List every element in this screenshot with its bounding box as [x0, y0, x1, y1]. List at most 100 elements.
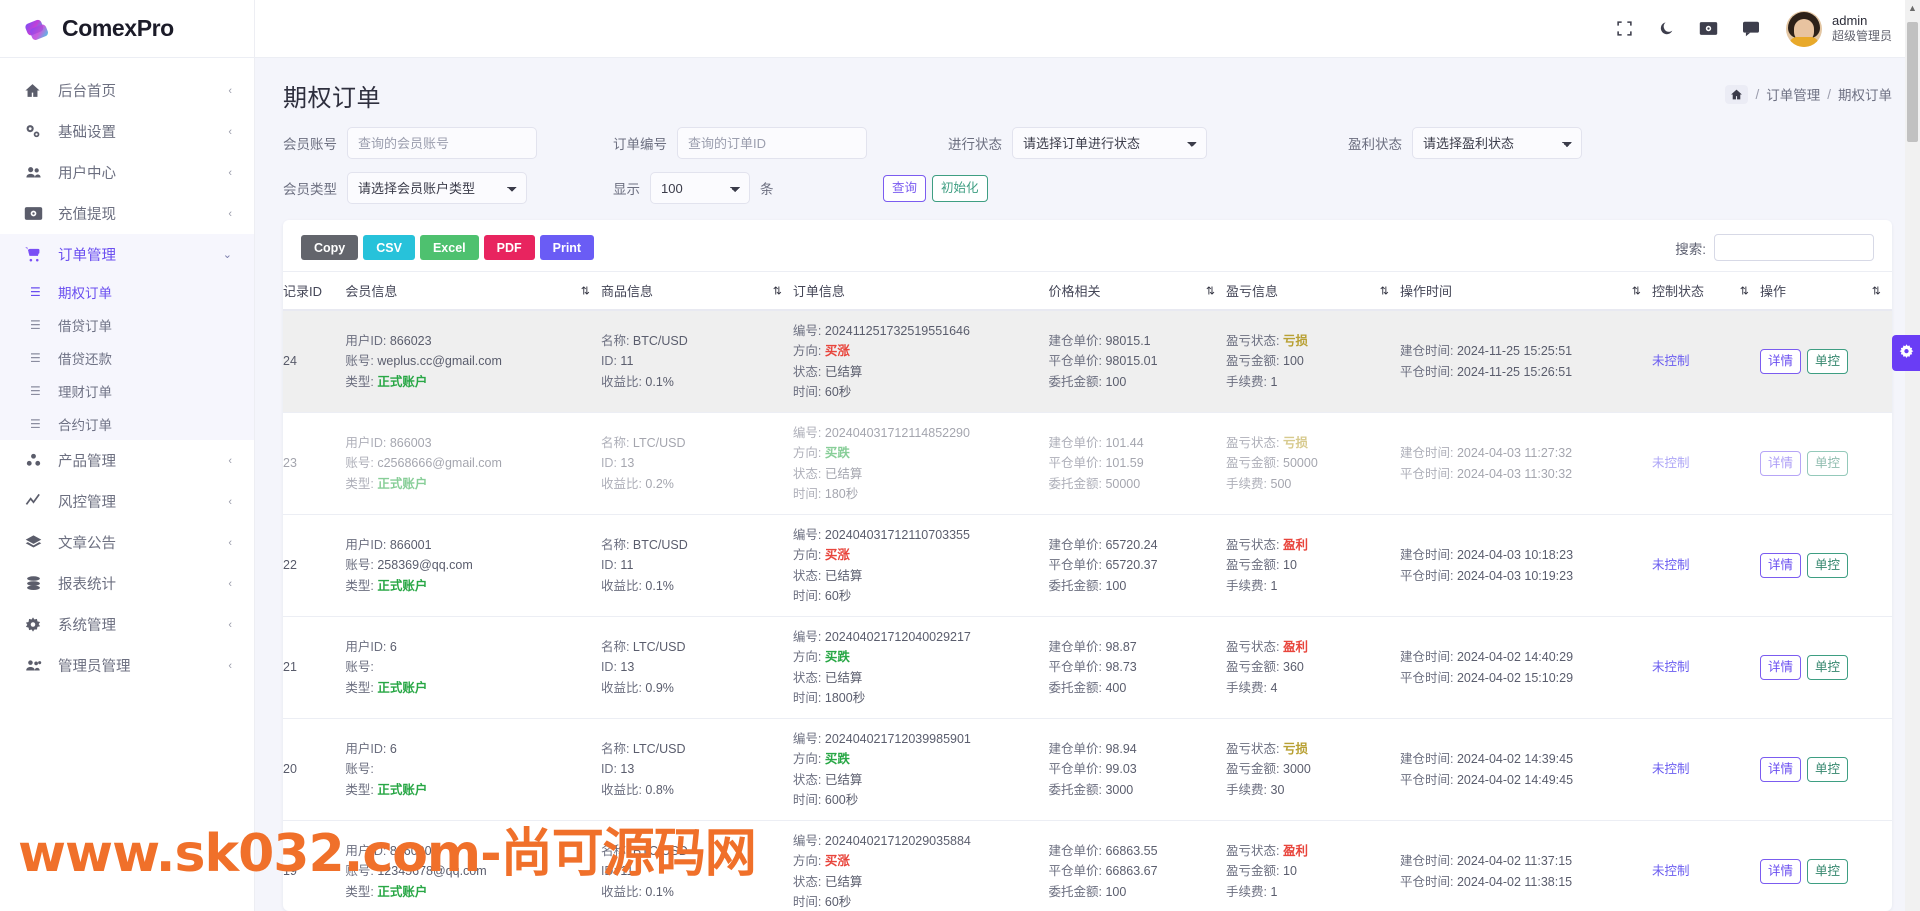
gears-icon [24, 123, 46, 140]
col-goods-info[interactable]: 商品信息 ⇅ [600, 271, 793, 311]
col-op-time[interactable]: 操作时间 ⇅ [1400, 271, 1652, 311]
cell-actions: 详情 单控 [1759, 820, 1892, 911]
sidebar-item-system-management[interactable]: 系统管理 ‹ [0, 604, 254, 645]
cell-op-time: 建仓时间: 2024-04-02 11:37:15 平仓时间: 2024-04-… [1400, 820, 1652, 911]
control-state-link[interactable]: 未控制 [1652, 354, 1690, 368]
page-title: 期权订单 [283, 85, 381, 112]
sidebar-item-recharge-withdraw[interactable]: 充值提现 ‹ [0, 193, 254, 234]
detail-button[interactable]: 详情 [1759, 553, 1801, 578]
list-icon: ☰ [30, 383, 41, 398]
single-control-button[interactable]: 单控 [1806, 553, 1848, 578]
user-info[interactable]: admin 超级管理员 [1832, 13, 1892, 44]
copy-button[interactable]: Copy [301, 235, 359, 260]
sidebar-item-basic-settings[interactable]: 基础设置 ‹ [0, 111, 254, 152]
col-actions[interactable]: 操作 ⇅ [1759, 271, 1892, 311]
user-avatar[interactable] [1785, 10, 1822, 47]
chart-line-icon [24, 493, 46, 510]
table-row[interactable]: 21 用户ID: 6 账号: 类型: 正式账户 名称: LTC/USD ID: … [283, 616, 1892, 719]
sidebar-item-user-center[interactable]: 用户中心 ‹ [0, 152, 254, 193]
dark-mode-icon[interactable] [1646, 8, 1688, 50]
control-state-link[interactable]: 未控制 [1652, 762, 1690, 776]
cell-actions: 详情 单控 [1759, 412, 1892, 515]
page-scrollbar[interactable]: ▲ [1905, 0, 1920, 911]
cell-goods-info: 名称: BTC/USD ID: 11 收益比: 0.1% [600, 514, 793, 617]
cell-actions: 详情 单控 [1759, 310, 1892, 413]
table-row[interactable]: 23 用户ID: 866003 账号: c2568666@gmail.com 类… [283, 412, 1892, 515]
cell-member-info: 用户ID: 866023 账号: weplus.cc@gmail.com 类型:… [345, 310, 601, 413]
init-button[interactable]: 初始化 [932, 174, 988, 202]
fullscreen-icon[interactable] [1604, 8, 1646, 50]
search-input[interactable] [1714, 234, 1874, 261]
csv-button[interactable]: CSV [363, 235, 415, 260]
scroll-thumb[interactable] [1907, 22, 1918, 142]
filter-row-1: 会员账号 订单编号 进行状态 请选择订单进行状态 盈利状态 请选择盈利状态 [283, 127, 1892, 159]
cell-order-info: 编号: 202404021712040029217 方向: 买跌 状态: 已结算… [792, 616, 1049, 719]
print-button[interactable]: Print [539, 235, 595, 260]
cell-price-info: 建仓单价: 98015.1 平仓单价: 98015.01 委托金额: 100 [1048, 310, 1227, 413]
detail-button[interactable]: 详情 [1759, 859, 1801, 884]
sidebar-item-risk-management[interactable]: 风控管理 ‹ [0, 481, 254, 522]
col-order-info[interactable]: 订单信息 [792, 271, 1049, 311]
table-row[interactable]: 24 用户ID: 866023 账号: weplus.cc@gmail.com … [283, 310, 1892, 413]
sidebar-item-product-management[interactable]: 产品管理 ‹ [0, 440, 254, 481]
control-state-link[interactable]: 未控制 [1652, 456, 1690, 470]
single-control-button[interactable]: 单控 [1806, 655, 1848, 680]
sidebar-item-order-management[interactable]: 订单管理 ⌄ [0, 234, 254, 275]
control-state-link[interactable]: 未控制 [1652, 558, 1690, 572]
sidebar-item-contract-orders[interactable]: ☰ 合约订单 [0, 407, 254, 440]
sidebar-subitem-label: 借贷订单 [58, 318, 112, 334]
sidebar-item-loan-repayment[interactable]: ☰ 借贷还款 [0, 341, 254, 374]
col-pl-info[interactable]: 盈亏信息 ⇅ [1226, 271, 1401, 311]
page-size-select[interactable]: 100 [650, 172, 750, 204]
sidebar-item-dashboard[interactable]: 后台首页 ‹ [0, 70, 254, 111]
breadcrumb-home-icon[interactable] [1725, 84, 1749, 104]
single-control-button[interactable]: 单控 [1806, 349, 1848, 374]
message-icon[interactable] [1730, 8, 1772, 50]
query-button[interactable]: 查询 [883, 174, 927, 202]
table-row[interactable]: 22 用户ID: 866001 账号: 258369@qq.com 类型: 正式… [283, 514, 1892, 617]
col-record-id[interactable]: 记录ID [283, 271, 346, 311]
single-control-button[interactable]: 单控 [1806, 859, 1848, 884]
control-state-link[interactable]: 未控制 [1652, 660, 1690, 674]
filter-member-account: 会员账号 [283, 127, 613, 159]
sidebar-item-label: 风控管理 [58, 495, 116, 511]
detail-button[interactable]: 详情 [1759, 451, 1801, 476]
table-row[interactable]: 20 用户ID: 6 账号: 类型: 正式账户 名称: LTC/USD ID: … [283, 718, 1892, 821]
excel-button[interactable]: Excel [419, 235, 479, 260]
sidebar-item-loan-orders[interactable]: ☰ 借贷订单 [0, 308, 254, 341]
filter-panel: 会员账号 订单编号 进行状态 请选择订单进行状态 盈利状态 请选择盈利状态 [255, 113, 1920, 214]
scroll-up-arrow[interactable]: ▲ [1905, 0, 1920, 16]
detail-button[interactable]: 详情 [1759, 655, 1801, 680]
cell-ctrl-state: 未控制 [1651, 820, 1760, 911]
wallet-icon[interactable] [1688, 8, 1730, 50]
pdf-button[interactable]: PDF [483, 235, 535, 260]
member-type-select[interactable]: 请选择会员账户类型 [347, 172, 527, 204]
sidebar-item-option-orders[interactable]: ☰ 期权订单 [0, 275, 254, 308]
detail-button[interactable]: 详情 [1759, 757, 1801, 782]
profit-status-select[interactable]: 请选择盈利状态 [1412, 127, 1582, 159]
single-control-button[interactable]: 单控 [1806, 757, 1848, 782]
member-account-input[interactable] [347, 127, 537, 159]
breadcrumb-order-management[interactable]: 订单管理 [1766, 84, 1820, 104]
sidebar-submenu-orders: ☰ 期权订单 ☰ 借贷订单 ☰ 借贷还款 ☰ 理财订单 ☰ 合约订单 [0, 275, 254, 440]
col-price-info[interactable]: 价格相关 ⇅ [1048, 271, 1227, 311]
user-shield-icon [24, 657, 46, 674]
progress-status-select[interactable]: 请选择订单进行状态 [1012, 127, 1207, 159]
cart-icon [24, 246, 46, 263]
filter-member-type: 会员类型 请选择会员账户类型 [283, 172, 613, 204]
sidebar-item-articles[interactable]: 文章公告 ‹ [0, 522, 254, 563]
cell-order-info: 编号: 202411251732519551646 方向: 买涨 状态: 已结算… [792, 310, 1049, 413]
col-member-info[interactable]: 会员信息 ⇅ [345, 271, 601, 311]
single-control-button[interactable]: 单控 [1806, 451, 1848, 476]
theme-settings-widget[interactable] [1892, 335, 1920, 371]
control-state-link[interactable]: 未控制 [1652, 864, 1690, 878]
table-toolbar: Copy CSV Excel PDF Print 搜索: [283, 220, 1892, 271]
cell-pl-info: 盈亏状态: 盈利 盈亏金额: 10 手续费: 1 [1226, 820, 1401, 911]
col-ctrl-state[interactable]: 控制状态 ⇅ [1651, 271, 1760, 311]
sidebar-item-reports[interactable]: 报表统计 ‹ [0, 563, 254, 604]
table-header: 记录ID 会员信息 ⇅ 商品信息 ⇅ 订单信息 价格相关 ⇅ 盈亏信息 ⇅ 操作时间 ⇅ … [283, 271, 1892, 311]
order-id-input[interactable] [677, 127, 867, 159]
sidebar-item-admin-management[interactable]: 管理员管理 ‹ [0, 645, 254, 686]
detail-button[interactable]: 详情 [1759, 349, 1801, 374]
sidebar-item-wealth-orders[interactable]: ☰ 理财订单 [0, 374, 254, 407]
